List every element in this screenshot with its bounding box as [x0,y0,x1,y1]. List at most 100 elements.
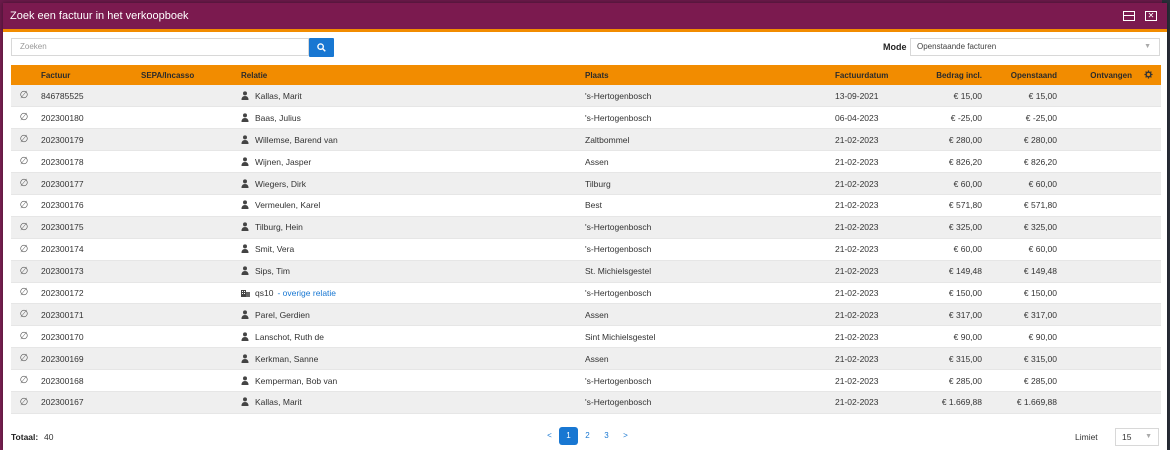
relatie-name: qs10 [255,287,274,298]
person-icon [241,375,249,385]
cancel-icon[interactable]: ∅ [11,194,37,216]
cell-ontvangen [1061,391,1136,413]
relatie-name: Willemse, Barend van [255,134,338,145]
table-row[interactable]: ∅ 846785525 Kallas, Marit 's-Hertogenbosch 1… [11,85,1161,107]
search-input[interactable]: Zoeken [11,38,309,56]
header-bedrag[interactable]: Bedrag incl. [911,65,986,85]
cancel-icon[interactable]: ∅ [11,304,37,326]
header-relatie[interactable]: Relatie [237,65,581,85]
cancel-icon[interactable]: ∅ [11,370,37,392]
relatie-name: Wiegers, Dirk [255,178,307,189]
cell-openstaand: € 90,00 [1028,331,1057,342]
header-factuurdatum[interactable]: Factuurdatum [831,65,911,85]
cell-actions [1136,151,1161,173]
limit-select[interactable]: 15 ▼ [1115,428,1159,446]
mode-select[interactable]: Openstaande facturen ▼ [910,38,1160,56]
gear-icon [1144,69,1153,79]
cell-factuurdatum: 21-02-2023 [835,134,879,145]
cancel-icon[interactable]: ∅ [11,129,37,151]
cell-factuur: 846785525 [41,90,84,101]
cancel-icon[interactable]: ∅ [11,348,37,370]
cancel-icon[interactable]: ∅ [11,282,37,304]
cell-factuurdatum: 21-02-2023 [835,309,879,320]
table-row[interactable]: ∅ 202300176 Vermeulen, Karel Best 21-02-2023… [11,194,1161,217]
search-button[interactable] [309,38,334,57]
table-row[interactable]: ∅ 202300179 Willemse, Barend van Zaltbommel… [11,128,1161,151]
cancel-icon[interactable]: ∅ [11,107,37,129]
page-button-3[interactable]: 3 [597,427,616,445]
cell-actions [1136,260,1161,282]
table-row[interactable]: ∅ 202300174 Smit, Vera 's-Hertogenbosch 21-0… [11,238,1161,261]
chevron-down-icon: ▼ [1144,43,1151,50]
cell-bedrag: € 280,00 [948,134,982,145]
cell-factuur: 202300168 [41,375,84,386]
restore-icon[interactable] [1123,11,1135,21]
cancel-icon[interactable]: ∅ [11,391,37,413]
table-row[interactable]: ∅ 202300180 Baas, Julius 's-Hertogenbosch 06… [11,107,1161,129]
cancel-icon[interactable]: ∅ [11,238,37,260]
cell-openstaand: € 826,20 [1023,156,1057,167]
cancel-icon[interactable]: ∅ [11,326,37,348]
table-row[interactable]: ∅ 202300169 Kerkman, Sanne Assen 21-02-2023 €… [11,347,1161,370]
total-count: 40 [44,432,54,442]
next-page-button[interactable]: > [616,427,635,445]
cell-sepa [137,238,237,260]
cell-factuur: 202300170 [41,331,84,342]
header-openstaand[interactable]: Openstaand [986,65,1061,85]
cancel-icon[interactable]: ∅ [11,173,37,195]
cancel-icon[interactable]: ∅ [11,85,37,107]
cancel-icon[interactable]: ∅ [11,151,37,173]
cell-ontvangen [1061,216,1136,238]
table-row[interactable]: ∅ 202300178 Wijnen, Jasper Assen 21-02-2023 €… [11,151,1161,173]
cell-factuurdatum: 21-02-2023 [835,156,879,167]
table-row[interactable]: ∅ 202300172 qs10- overige relatie 's-Hertog… [11,282,1161,304]
settings-button[interactable] [1136,65,1161,85]
cell-actions [1136,129,1161,151]
header-plaats[interactable]: Plaats [581,65,831,85]
relatie-type-link[interactable]: - overige relatie [277,288,336,298]
cell-relatie: Vermeulen, Karel [237,194,581,216]
cell-bedrag: € 149,48 [948,266,982,277]
cell-bedrag: € 150,00 [948,287,982,298]
cell-openstaand: € 1.669,88 [1016,397,1057,408]
table-row[interactable]: ∅ 202300173 Sips, Tim St. Michielsgestel 21-… [11,260,1161,283]
cell-bedrag: € 15,00 [953,90,982,101]
page-button-2[interactable]: 2 [578,427,597,445]
cell-plaats: Assen [585,309,609,320]
cell-factuurdatum: 06-04-2023 [835,112,879,123]
cell-ontvangen [1061,129,1136,151]
person-icon [241,266,249,276]
table-row[interactable]: ∅ 202300168 Kemperman, Bob van 's-Hertogenb… [11,370,1161,392]
person-icon [241,178,249,188]
cell-actions [1136,216,1161,238]
cell-relatie: Wiegers, Dirk [237,173,581,195]
dialog-title: Zoek een factuur in het verkoopboek [10,10,189,22]
cell-sepa [137,282,237,304]
person-icon [241,354,249,363]
cancel-icon[interactable]: ∅ [11,260,37,282]
table-row[interactable]: ∅ 202300167 Kallas, Marit 's-Hertogenbosch 2… [11,391,1161,414]
cell-plaats: 's-Hertogenbosch [585,287,652,298]
cell-factuur: 202300178 [41,156,84,167]
cell-factuur: 202300167 [41,397,84,408]
table-row[interactable]: ∅ 202300171 Parel, Gerdien Assen 21-02-2023 €… [11,303,1161,326]
header-sepa[interactable]: SEPA/Incasso [137,65,237,85]
page-button-1[interactable]: 1 [559,427,578,445]
table-row[interactable]: ∅ 202300170 Lanschot, Ruth de Sint Michiels… [11,326,1161,348]
cell-ontvangen [1061,194,1136,216]
cell-factuur: 202300169 [41,353,84,364]
close-icon[interactable]: ✕ [1145,11,1157,21]
header-factuur[interactable]: Factuur [37,65,137,85]
cell-factuurdatum: 21-02-2023 [835,375,879,386]
prev-page-button[interactable]: < [540,427,559,445]
cell-factuur: 202300173 [41,266,84,277]
table-row[interactable]: ∅ 202300177 Wiegers, Dirk Tilburg 21-02-2023… [11,172,1161,195]
cell-bedrag: € 90,00 [953,331,982,342]
cell-openstaand: € -25,00 [1025,112,1057,123]
mode-label: Mode [883,42,907,52]
table-row[interactable]: ∅ 202300175 Tilburg, Hein 's-Hertogenbosch 2… [11,216,1161,239]
cell-plaats: St. Michielsgestel [585,266,652,277]
cell-bedrag: € -25,00 [950,112,982,123]
header-ontvangen[interactable]: Ontvangen [1061,65,1136,85]
cancel-icon[interactable]: ∅ [11,216,37,238]
